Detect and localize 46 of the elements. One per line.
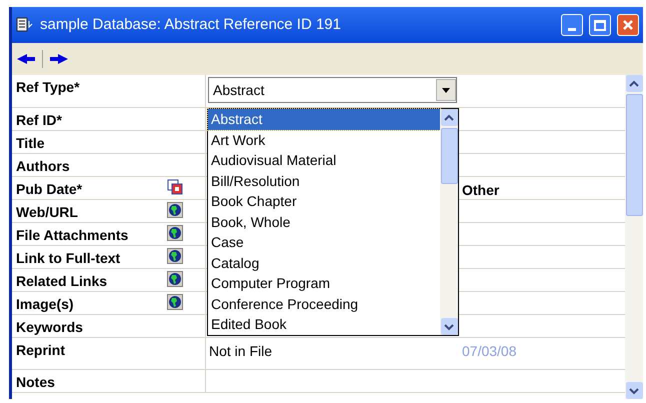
window-title: sample Database: Abstract Reference ID 191: [40, 14, 342, 35]
dropdown-option[interactable]: Audiovisual Material: [208, 150, 440, 171]
globe-icon[interactable]: [167, 202, 183, 218]
field-label: Link to Full-text: [16, 249, 122, 268]
field-label: File Attachments: [16, 226, 130, 245]
document-icon: [16, 17, 34, 33]
dropdown-option[interactable]: Book Chapter: [208, 191, 440, 212]
dropdown-option[interactable]: Catalog: [208, 252, 440, 274]
scroll-thumb[interactable]: [626, 94, 642, 216]
field-label: Ref ID*: [16, 111, 63, 130]
minimize-button[interactable]: [561, 14, 583, 36]
maximize-button[interactable]: [589, 14, 611, 36]
field-label: Notes: [16, 373, 56, 392]
globe-icon[interactable]: [167, 271, 183, 287]
field-label: Ref Type*: [16, 78, 81, 97]
field-label: Web/URL: [16, 203, 79, 222]
dropdown-option[interactable]: Abstract: [208, 109, 440, 130]
field-label: Keywords: [16, 318, 84, 337]
scrollbar[interactable]: [625, 75, 643, 399]
dropdown-option[interactable]: Bill/Resolution: [208, 170, 440, 192]
field-label: Image(s): [16, 295, 75, 314]
previous-button[interactable]: [16, 51, 36, 67]
date-text: 07/03/08: [462, 343, 516, 359]
field-label: Related Links: [16, 272, 108, 291]
dropdown-option[interactable]: Art Work: [208, 130, 440, 150]
field-label: Pub Date*: [16, 180, 84, 199]
dropdown-option[interactable]: Computer Program: [208, 273, 440, 294]
dropdown-option[interactable]: Edited Book: [208, 314, 440, 336]
field-label: Title: [16, 134, 46, 153]
globe-icon[interactable]: [167, 294, 183, 310]
scrollbar[interactable]: [440, 109, 458, 335]
field-value: Not in File: [209, 343, 272, 359]
close-button[interactable]: [617, 14, 639, 36]
scroll-thumb[interactable]: [440, 128, 458, 184]
globe-icon[interactable]: [167, 225, 183, 241]
ref-type-dropdown[interactable]: Abstract: [208, 77, 457, 103]
next-button[interactable]: [49, 51, 69, 67]
close-icon[interactable]: [622, 19, 634, 31]
dropdown-option[interactable]: Case: [208, 232, 440, 253]
dropdown-option[interactable]: Book, Whole: [208, 212, 440, 232]
dropdown-option[interactable]: Conference Proceeding: [208, 294, 440, 314]
calendar-icon[interactable]: [167, 179, 183, 195]
field-label: Authors: [16, 157, 71, 176]
field-extra-label: Other: [462, 182, 500, 198]
field-label: Reprint: [16, 341, 66, 360]
globe-icon[interactable]: [167, 248, 183, 264]
